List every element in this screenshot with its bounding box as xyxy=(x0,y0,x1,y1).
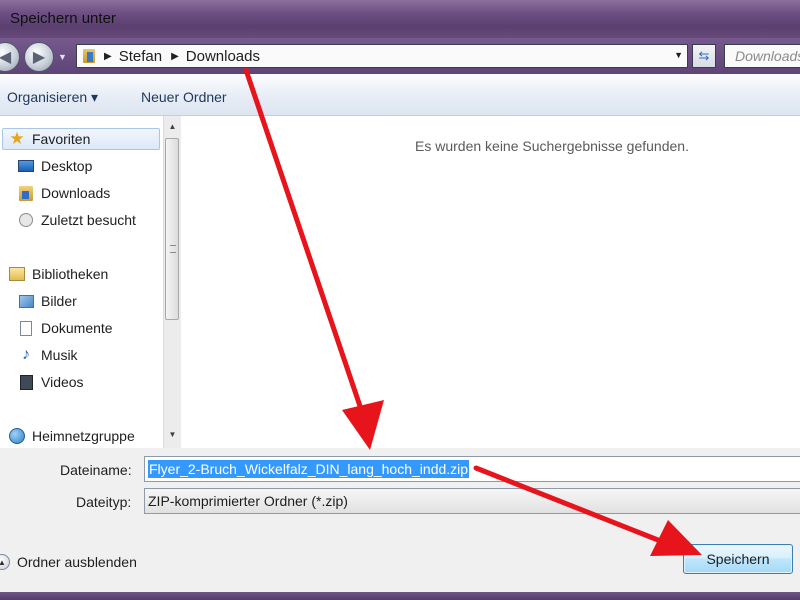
nav-label: Downloads xyxy=(41,185,111,201)
search-input[interactable]: Downloads xyxy=(724,44,800,68)
videos-icon xyxy=(18,374,34,390)
filename-selected-text: Flyer_2-Bruch_Wickelfalz_DIN_lang_hoch_i… xyxy=(148,460,470,478)
scroll-thumb[interactable] xyxy=(165,138,179,320)
pictures-icon xyxy=(18,293,34,309)
music-icon: ♪ xyxy=(22,346,30,363)
nav-homegroup[interactable]: Heimnetzgruppe xyxy=(9,425,135,447)
scroll-up-icon[interactable]: ▲ xyxy=(164,122,181,131)
breadcrumb-downloads[interactable]: Downloads xyxy=(186,48,260,65)
homegroup-icon xyxy=(9,428,25,444)
scroll-down-icon[interactable]: ▼ xyxy=(164,430,181,439)
nav-item-pictures[interactable]: Bilder xyxy=(18,290,77,312)
filetype-label: Dateityp: xyxy=(76,494,132,510)
downloads-folder-icon xyxy=(83,49,95,63)
nav-item-desktop[interactable]: Desktop xyxy=(18,155,92,177)
empty-results-message: Es wurden keine Suchergebnisse gefunden. xyxy=(415,138,689,154)
forward-button[interactable]: ▶ xyxy=(24,42,54,72)
library-icon xyxy=(9,266,25,282)
chevron-up-icon: ▲ xyxy=(0,554,10,570)
address-bar[interactable]: ▶ Stefan ▶ Downloads ▼ xyxy=(76,44,688,68)
window-bottom-border xyxy=(0,592,800,600)
back-arrow-icon: ◀ xyxy=(0,49,12,66)
save-button-label: Speichern xyxy=(706,551,770,567)
navigation-pane: ★ Favoriten Desktop Downloads Zuletzt be… xyxy=(0,116,163,448)
save-form: Dateiname: Flyer_2-Bruch_Wickelfalz_DIN_… xyxy=(0,448,800,600)
nav-favorites[interactable]: ★ Favoriten xyxy=(2,128,160,150)
recent-places-icon xyxy=(18,212,34,228)
back-button[interactable]: ◀ xyxy=(0,42,20,72)
address-dropdown-icon[interactable]: ▼ xyxy=(674,50,683,60)
organize-button[interactable]: Organisieren ▾ xyxy=(7,89,98,106)
desktop-icon xyxy=(18,158,34,174)
nav-libraries[interactable]: Bibliotheken xyxy=(9,263,108,285)
window-title: Speichern unter xyxy=(10,10,116,27)
new-folder-button[interactable]: Neuer Ordner xyxy=(141,89,227,105)
forward-arrow-icon: ▶ xyxy=(32,49,46,66)
nav-label: Dokumente xyxy=(41,320,113,336)
breadcrumb-stefan[interactable]: Stefan xyxy=(119,48,162,65)
chevron-right-icon[interactable]: ▶ xyxy=(171,51,179,62)
filename-label: Dateiname: xyxy=(60,462,132,478)
star-icon: ★ xyxy=(9,129,25,148)
nav-label: Bilder xyxy=(41,293,77,309)
nav-scrollbar[interactable]: ▲ ▼ xyxy=(163,116,181,448)
title-bar: Speichern unter xyxy=(0,0,800,38)
nav-item-downloads[interactable]: Downloads xyxy=(18,182,110,204)
chevron-right-icon[interactable]: ▶ xyxy=(104,51,112,62)
nav-label: Bibliotheken xyxy=(32,266,109,282)
command-bar: Organisieren ▾ Neuer Ordner xyxy=(0,74,800,116)
nav-item-videos[interactable]: Videos xyxy=(18,371,84,393)
file-list-pane[interactable]: Es wurden keine Suchergebnisse gefunden. xyxy=(181,116,800,448)
filetype-select[interactable]: ZIP-komprimierter Ordner (*.zip) xyxy=(144,488,800,514)
downloads-folder-icon xyxy=(18,185,34,201)
nav-item-documents[interactable]: Dokumente xyxy=(18,317,113,339)
filetype-value: ZIP-komprimierter Ordner (*.zip) xyxy=(148,493,348,509)
hide-folders-label: Ordner ausblenden xyxy=(17,554,137,570)
recent-pages-dropdown-icon[interactable]: ▼ xyxy=(58,52,67,62)
nav-label: Zuletzt besucht xyxy=(41,212,136,228)
nav-label: Heimnetzgruppe xyxy=(32,428,135,444)
filename-input[interactable]: Flyer_2-Bruch_Wickelfalz_DIN_lang_hoch_i… xyxy=(144,456,800,482)
hide-folders-toggle[interactable]: ▲ Ordner ausblenden xyxy=(0,554,137,570)
grip-icon xyxy=(170,245,176,253)
nav-label: Musik xyxy=(41,347,78,363)
address-row: ◀ ▶ ▼ ▶ Stefan ▶ Downloads ▼ ⇆ Downloads xyxy=(0,38,800,74)
nav-label: Desktop xyxy=(41,158,93,174)
nav-label: Favoriten xyxy=(32,131,91,147)
nav-item-recent[interactable]: Zuletzt besucht xyxy=(18,209,136,231)
save-button[interactable]: Speichern xyxy=(683,544,793,574)
refresh-icon: ⇆ xyxy=(698,48,710,63)
nav-label: Videos xyxy=(41,374,84,390)
documents-icon xyxy=(18,320,34,336)
refresh-button[interactable]: ⇆ xyxy=(692,44,716,68)
nav-item-music[interactable]: ♪ Musik xyxy=(18,344,78,366)
